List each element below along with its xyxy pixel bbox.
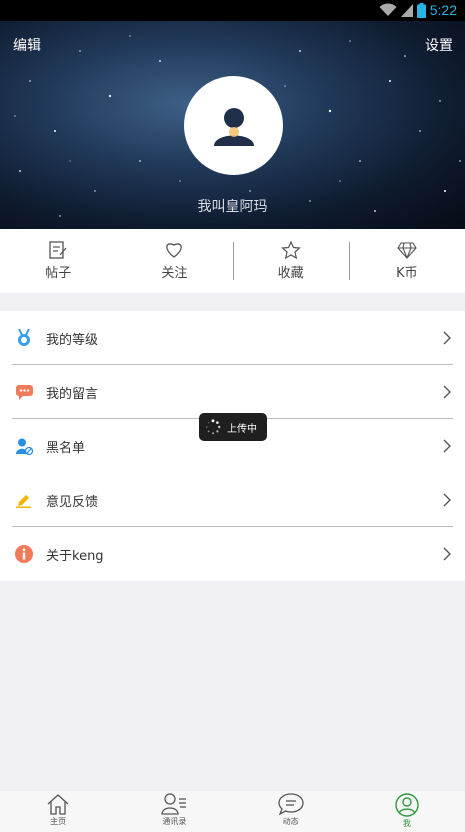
- menu-item-about[interactable]: 关于keng: [0, 527, 465, 581]
- menu-label: 意见反馈: [46, 494, 99, 510]
- settings-menu: 我的等级 我的留言 黑名单 意见反馈 关于keng: [0, 311, 465, 581]
- divider: [232, 242, 234, 280]
- nav-label: 我: [402, 819, 411, 828]
- home-icon: [47, 794, 69, 815]
- nav-me[interactable]: 我: [349, 791, 465, 832]
- username: 我叫皇阿玛: [197, 199, 268, 215]
- settings-button[interactable]: 设置: [425, 35, 453, 55]
- chevron-right-icon: [443, 493, 451, 507]
- menu-item-feedback[interactable]: 意见反馈: [0, 473, 465, 527]
- stat-posts[interactable]: 帖子: [0, 229, 116, 293]
- contacts-icon: [161, 793, 187, 815]
- divider: [348, 242, 350, 280]
- edit-button[interactable]: 编辑: [13, 35, 41, 55]
- battery-icon: [416, 2, 426, 18]
- diamond-icon: [397, 242, 417, 259]
- stat-favorites[interactable]: 收藏: [232, 229, 349, 293]
- loading-spinner-icon: [206, 419, 221, 435]
- nav-contacts[interactable]: 通讯录: [116, 791, 232, 832]
- profile-icon: [395, 793, 419, 817]
- avatar[interactable]: [184, 76, 283, 175]
- profile-banner: 编辑 设置 我叫皇阿玛: [0, 21, 465, 229]
- menu-item-level[interactable]: 我的等级: [0, 311, 465, 365]
- clock: 5:22: [429, 2, 457, 18]
- menu-label: 关于keng: [46, 548, 104, 564]
- toast-label: 上传中: [227, 423, 257, 435]
- chat-icon: [277, 793, 304, 815]
- heart-icon: [166, 243, 183, 258]
- nav-label: 主页: [50, 817, 67, 826]
- default-avatar-icon: [213, 107, 254, 146]
- uploading-toast: 上传中: [199, 413, 267, 441]
- blocked-user-icon: [15, 438, 33, 455]
- stat-label: K币: [396, 266, 418, 281]
- stat-label: 帖子: [45, 266, 72, 281]
- status-bar: 5:22: [0, 0, 465, 21]
- menu-item-messages[interactable]: 我的留言: [0, 365, 465, 419]
- stat-kcoins[interactable]: K币: [348, 229, 465, 293]
- nav-label: 动态: [282, 817, 299, 826]
- stat-label: 收藏: [277, 266, 304, 281]
- wifi-icon: [379, 3, 397, 16]
- star-icon: [280, 241, 301, 259]
- chevron-right-icon: [443, 439, 451, 453]
- post-icon: [49, 241, 67, 259]
- chevron-right-icon: [443, 331, 451, 345]
- message-icon: [15, 384, 33, 400]
- stat-label: 关注: [161, 266, 188, 281]
- chevron-right-icon: [443, 385, 451, 399]
- nav-label: 通讯录: [162, 817, 187, 826]
- bottom-nav: 主页 通讯录 动态 我: [0, 791, 465, 832]
- pencil-icon: [16, 494, 31, 508]
- stat-following[interactable]: 关注: [116, 229, 232, 293]
- signal-icon: [400, 4, 413, 17]
- medal-icon: [18, 329, 30, 346]
- nav-feed[interactable]: 动态: [233, 791, 349, 832]
- profile-stats-bar: 帖子 关注 收藏 K币: [0, 229, 465, 293]
- info-icon: [15, 545, 33, 563]
- chevron-right-icon: [443, 547, 451, 561]
- nav-home[interactable]: 主页: [0, 791, 116, 832]
- menu-label: 我的等级: [46, 332, 99, 348]
- menu-label: 我的留言: [46, 386, 99, 402]
